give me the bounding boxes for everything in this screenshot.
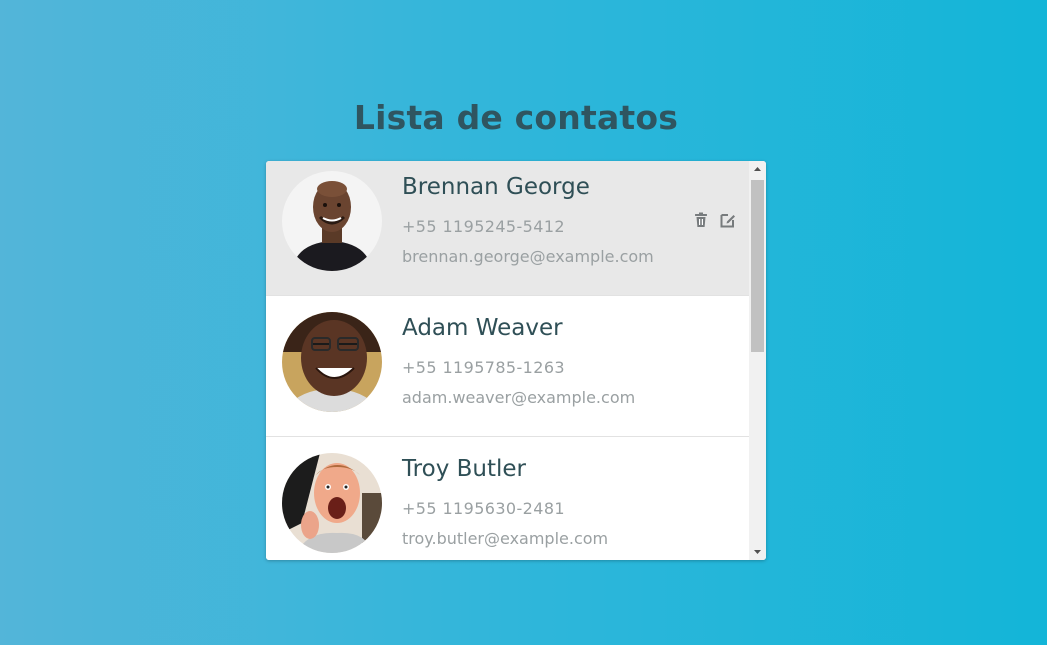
edit-icon[interactable] xyxy=(719,211,737,229)
contact-list-card: Brennan George +55 1195245-5412 brennan.… xyxy=(266,161,766,560)
avatar-photo-icon xyxy=(282,171,382,271)
avatar-photo-icon xyxy=(282,312,382,412)
scrollbar[interactable] xyxy=(749,161,766,560)
contact-row[interactable]: Troy Butler +55 1195630-2481 troy.butler… xyxy=(266,438,749,560)
scroll-down-arrow-icon[interactable] xyxy=(749,543,766,560)
contact-list[interactable]: Brennan George +55 1195245-5412 brennan.… xyxy=(266,161,749,560)
avatar xyxy=(282,171,382,271)
contact-email: troy.butler@example.com xyxy=(402,529,609,548)
scrollbar-thumb[interactable] xyxy=(751,180,764,352)
contact-phone: +55 1195630-2481 xyxy=(402,499,566,518)
avatar-photo-icon xyxy=(282,453,382,553)
scroll-up-arrow-icon[interactable] xyxy=(749,161,766,178)
contact-name: Adam Weaver xyxy=(402,315,563,341)
avatar xyxy=(282,453,382,553)
contact-name: Troy Butler xyxy=(402,456,526,482)
contact-email: adam.weaver@example.com xyxy=(402,388,636,407)
contact-email: brennan.george@example.com xyxy=(402,247,654,266)
contact-phone: +55 1195245-5412 xyxy=(402,217,566,236)
contact-row[interactable]: Adam Weaver +55 1195785-1263 adam.weaver… xyxy=(266,297,749,437)
contact-phone: +55 1195785-1263 xyxy=(402,358,566,377)
page-title: Lista de contatos xyxy=(353,98,679,137)
row-actions xyxy=(692,211,741,231)
contact-name: Brennan George xyxy=(402,174,590,200)
trash-icon[interactable] xyxy=(692,211,710,229)
avatar xyxy=(282,312,382,412)
contact-row[interactable]: Brennan George +55 1195245-5412 brennan.… xyxy=(266,161,749,296)
